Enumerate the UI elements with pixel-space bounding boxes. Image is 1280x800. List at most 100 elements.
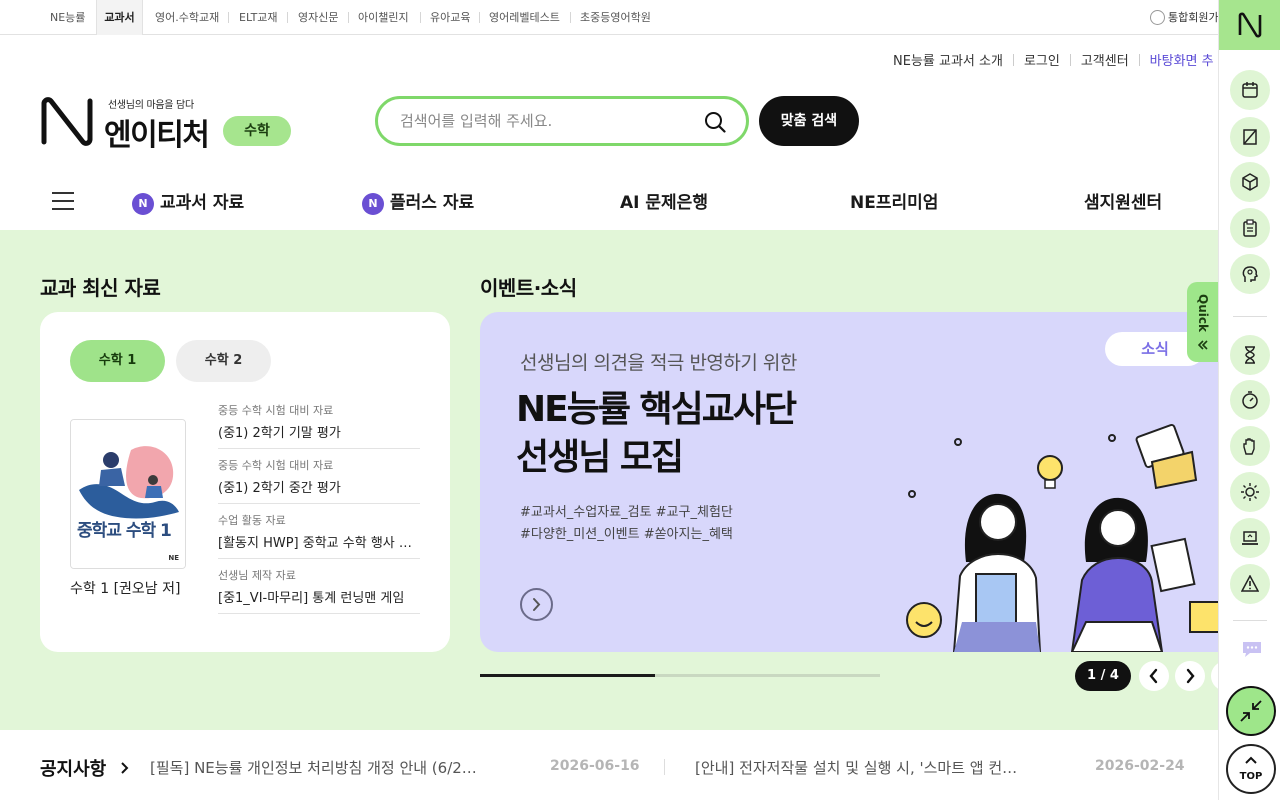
divider — [1233, 316, 1267, 317]
divider — [1138, 54, 1140, 66]
site-link-ichallenge[interactable]: 아이챌린지 — [358, 0, 409, 35]
notice-item[interactable]: [필독] NE능률 개인정보 처리방침 개정 안내 (6/2… — [150, 757, 480, 778]
banner-headline-line1: NE능률 핵심교사단 — [516, 389, 797, 430]
custom-search-button[interactable]: 맞춤 검색 — [759, 96, 859, 146]
nav-label: 교과서 자료 — [160, 193, 245, 213]
divider — [420, 12, 421, 23]
event-banner[interactable]: 선생님의 의견을 적극 반영하기 위한 NE능률 핵심교사단 선생님 모집 #교… — [480, 312, 1218, 652]
logo-name: 엔이티처 — [104, 118, 210, 153]
hourglass-icon[interactable] — [1230, 335, 1270, 375]
chevron-left-icon — [1149, 668, 1158, 684]
main-section: 교과 최신 자료 수학 1 수학 2 중학교 수학 1 NE 수학 1 [권오남… — [0, 230, 1241, 730]
nav-plus-materials[interactable]: N 플러스 자료 — [362, 188, 474, 215]
list-item[interactable]: 중등 수학 시험 대비 자료 (중1) 2학기 중간 평가 — [218, 449, 420, 504]
banner-more-button[interactable] — [520, 588, 553, 621]
item-title: (중1) 2학기 기말 평가 — [218, 426, 341, 441]
logo-tagline: 선생님의 마음을 담다 — [108, 100, 194, 111]
bookmark-icon[interactable] — [1230, 117, 1270, 157]
calendar-icon[interactable] — [1230, 70, 1270, 110]
banner-headline: NE능률 핵심교사단 선생님 모집 — [516, 386, 797, 482]
list-item[interactable]: 수업 활동 자료 [활동지 HWP] 중학교 수학 행사 … — [218, 504, 420, 559]
login-link[interactable]: 로그인 — [1024, 54, 1060, 69]
right-quick-rail: TOP — [1218, 0, 1280, 800]
warning-icon[interactable] — [1230, 564, 1270, 604]
clipboard-icon[interactable] — [1230, 208, 1270, 248]
site-link-academy[interactable]: 초중등영어학원 — [580, 0, 651, 35]
notice-date: 2026-06-16 — [550, 758, 640, 774]
list-item[interactable]: 중등 수학 시험 대비 자료 (중1) 2학기 기말 평가 — [218, 394, 420, 449]
item-category: 수업 활동 자료 — [218, 514, 286, 527]
site-link-textbook[interactable]: 교과서 — [96, 0, 143, 35]
chevron-up-icon — [1245, 756, 1257, 764]
banner-subtitle: 선생님의 의견을 적극 반영하기 위한 — [520, 352, 797, 374]
site-link-ne[interactable]: NE능률 — [50, 0, 85, 35]
site-logo[interactable]: 선생님의 마음을 담다 엔이티처 수학 — [40, 96, 300, 153]
site-link-level-test[interactable]: 영어레벨테스트 — [489, 0, 560, 35]
divider — [1233, 620, 1267, 621]
divider — [664, 759, 665, 775]
quick-label: Quick — [1196, 294, 1210, 332]
banner-next-button[interactable] — [1175, 661, 1205, 691]
notice-date: 2026-02-24 — [1095, 758, 1185, 774]
banner-headline-line2: 선생님 모집 — [516, 437, 684, 478]
events-title: 이벤트·소식 — [480, 276, 577, 300]
banner-progress-bar — [480, 674, 880, 677]
divider — [287, 12, 288, 23]
nav-teacher-support[interactable]: 샘지원센터 — [1084, 188, 1162, 213]
sun-icon[interactable] — [1230, 472, 1270, 512]
site-link-elt[interactable]: ELT교재 — [239, 0, 278, 35]
chevron-right-icon — [533, 598, 541, 611]
textbook-intro-link[interactable]: NE능률 교과서 소개 — [893, 54, 1003, 69]
chevron-right-icon — [1186, 668, 1195, 684]
collapse-quick-button[interactable] — [1226, 686, 1276, 736]
double-chevron-left-icon — [1198, 340, 1208, 350]
item-category: 중등 수학 시험 대비 자료 — [218, 459, 334, 472]
scroll-to-top-button[interactable]: TOP — [1226, 744, 1276, 794]
notice-label: 공지사항 — [40, 759, 107, 780]
hamburger-menu-icon[interactable] — [52, 192, 74, 210]
site-link-kids[interactable]: 유아교육 — [430, 0, 470, 35]
customer-center-link[interactable]: 고객센터 — [1081, 54, 1129, 69]
tab-math-1[interactable]: 수학 1 — [70, 340, 165, 382]
chevron-right-icon — [120, 762, 128, 774]
notice-item[interactable]: [안내] 전자저작물 설치 및 실행 시, '스마트 앱 컨트… — [695, 757, 1029, 778]
textbook-cover-title: 중학교 수학 1 — [77, 521, 172, 541]
quick-menu-tab[interactable]: Quick — [1187, 282, 1219, 362]
banner-prev-button[interactable] — [1139, 661, 1169, 691]
item-category: 중등 수학 시험 대비 자료 — [218, 404, 334, 417]
publisher-mark: NE — [168, 554, 179, 562]
box-icon[interactable] — [1230, 162, 1270, 202]
integrated-member-link[interactable]: 통합회원가 — [1150, 0, 1219, 35]
site-link-newspaper[interactable]: 영자신문 — [298, 0, 338, 35]
laptop-icon[interactable] — [1230, 518, 1270, 558]
top-label: TOP — [1239, 771, 1263, 782]
hand-icon[interactable] — [1230, 426, 1270, 466]
nav-ai-question-bank[interactable]: AI 문제은행 — [620, 188, 708, 213]
tab-math-2[interactable]: 수학 2 — [176, 340, 271, 382]
divider — [570, 12, 571, 23]
family-site-bar: NE능률 교과서 영어.수학교재 ELT교재 영자신문 아이챌린지 유아교육 영… — [0, 0, 1219, 35]
search-box — [375, 96, 749, 146]
nav-textbook-materials[interactable]: N 교과서 자료 — [132, 188, 244, 215]
textbook-cover[interactable]: 중학교 수학 1 NE — [70, 419, 186, 569]
banner-progress-fill — [480, 674, 655, 677]
utility-menu: NE능률 교과서 소개 로그인 고객센터 바탕화면 추 — [893, 50, 1214, 70]
notice-bar: 공지사항 [필독] NE능률 개인정보 처리방침 개정 안내 (6/2… 202… — [0, 730, 1218, 800]
chat-icon[interactable] — [1241, 640, 1263, 658]
nav-ne-premium[interactable]: NE프리미엄 — [850, 188, 938, 213]
rail-brand[interactable] — [1219, 0, 1280, 50]
latest-materials-card: 수학 1 수학 2 중학교 수학 1 NE 수학 1 [권오남 저] 중등 수학… — [40, 312, 450, 652]
notice-link[interactable]: 공지사항 — [40, 755, 131, 781]
search-icon[interactable] — [704, 111, 726, 133]
site-link-eng-math[interactable]: 영어.수학교재 — [155, 0, 219, 35]
idea-head-icon[interactable] — [1230, 254, 1270, 294]
n-badge-icon: N — [132, 193, 154, 215]
n-logo-icon — [1238, 12, 1262, 38]
hashtags-line2: #다양한_미션_이벤트 #쏟아지는_혜택 — [520, 527, 733, 542]
search-input[interactable] — [400, 110, 700, 132]
add-to-desktop-link[interactable]: 바탕화면 추 — [1150, 54, 1214, 69]
stopwatch-icon[interactable] — [1230, 380, 1270, 420]
list-item[interactable]: 선생님 제작 자료 [중1_VI-마무리] 통계 런닝맨 게임 — [218, 559, 420, 614]
textbook-title[interactable]: 수학 1 [권오남 저] — [70, 578, 180, 598]
integrated-member-label: 통합회원가 — [1168, 11, 1219, 24]
